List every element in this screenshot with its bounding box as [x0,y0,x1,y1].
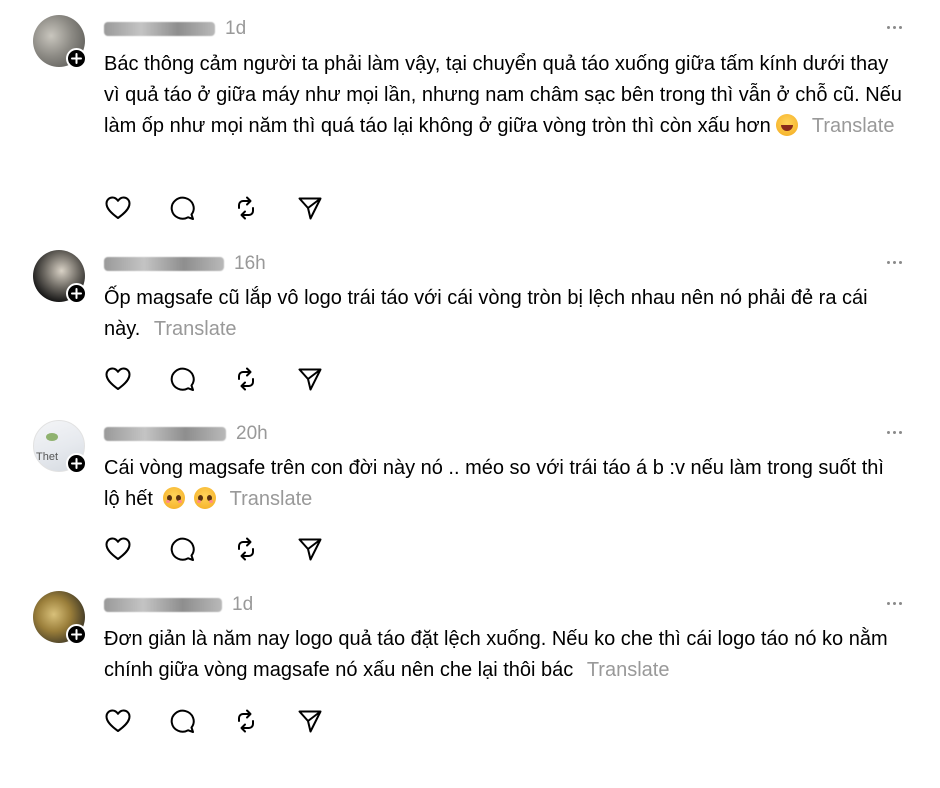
post-header: 16h [104,250,266,278]
translate-link[interactable]: Translate [812,115,895,137]
comment-icon [170,367,195,391]
avatar-wrap[interactable] [33,15,87,69]
post-text: Đơn giản là năm nay logo quả táo đặt lệc… [104,624,904,686]
share-icon [298,710,322,733]
post-time: 20h [236,423,268,444]
share-icon [298,197,322,220]
comment-icon [170,537,195,561]
translate-link[interactable]: Translate [154,318,237,340]
post-time: 1d [232,594,254,615]
repost-button[interactable] [232,534,296,564]
repost-button[interactable] [232,364,296,394]
like-button[interactable] [104,534,168,564]
repost-button[interactable] [232,193,296,223]
more-icon[interactable] [887,591,902,615]
post-text-content: Cái vòng magsafe trên con đời này nó .. … [104,457,884,510]
grinning-sweat-emoji [776,114,799,136]
avatar-wrap[interactable] [33,250,87,304]
share-icon [298,368,322,391]
heart-icon [105,537,131,560]
heart-icon [105,709,131,732]
like-button[interactable] [104,193,168,223]
post-text-content: Đơn giản là năm nay logo quả táo đặt lệc… [104,628,888,681]
repost-icon [238,367,254,391]
repost-button[interactable] [232,706,296,736]
follow-plus-icon[interactable] [66,283,87,304]
pleading-face-emoji [162,487,185,509]
reply-button[interactable] [168,193,232,223]
more-icon[interactable] [887,420,902,444]
follow-plus-icon[interactable] [66,453,87,474]
comment-icon [170,709,195,733]
reply-button[interactable] [168,364,232,394]
more-icon[interactable] [887,15,902,39]
heart-icon [105,196,131,219]
like-button[interactable] [104,364,168,394]
heart-icon [105,367,131,390]
username-redacted[interactable] [104,257,224,271]
pleading-face-emoji [194,487,217,509]
translate-link[interactable]: Translate [230,488,313,510]
post-text: Cái vòng magsafe trên con đời này nó .. … [104,453,904,515]
post-header: 1d [104,15,246,43]
avatar-leaf-shape [46,433,58,441]
post-header: 1d [104,591,253,619]
comment-icon [170,196,195,220]
repost-icon [238,709,254,733]
action-bar [104,364,360,394]
username-redacted[interactable] [104,22,215,36]
share-button[interactable] [296,534,360,564]
post-header: 20h [104,420,268,448]
share-button[interactable] [296,706,360,736]
repost-icon [238,537,254,561]
reply-button[interactable] [168,534,232,564]
post-text: Bác thông cảm người ta phải làm vậy, tại… [104,49,904,142]
action-bar [104,193,360,223]
share-button[interactable] [296,193,360,223]
avatar-wrap[interactable] [33,591,87,645]
username-redacted[interactable] [104,598,222,612]
post-time: 16h [234,253,266,274]
action-bar [104,534,360,564]
post-time: 1d [225,18,247,39]
share-icon [298,538,322,561]
more-icon[interactable] [887,250,902,274]
translate-link[interactable]: Translate [587,659,670,681]
reply-button[interactable] [168,706,232,736]
username-redacted[interactable] [104,427,226,441]
avatar-wrap[interactable]: Thet [33,420,87,474]
share-button[interactable] [296,364,360,394]
post-text: Ốp magsafe cũ lắp vô logo trái táo với c… [104,283,904,345]
avatar-text: Thet [36,451,59,463]
follow-plus-icon[interactable] [66,624,87,645]
follow-plus-icon[interactable] [66,48,87,69]
action-bar [104,706,360,736]
like-button[interactable] [104,706,168,736]
repost-icon [238,196,254,220]
